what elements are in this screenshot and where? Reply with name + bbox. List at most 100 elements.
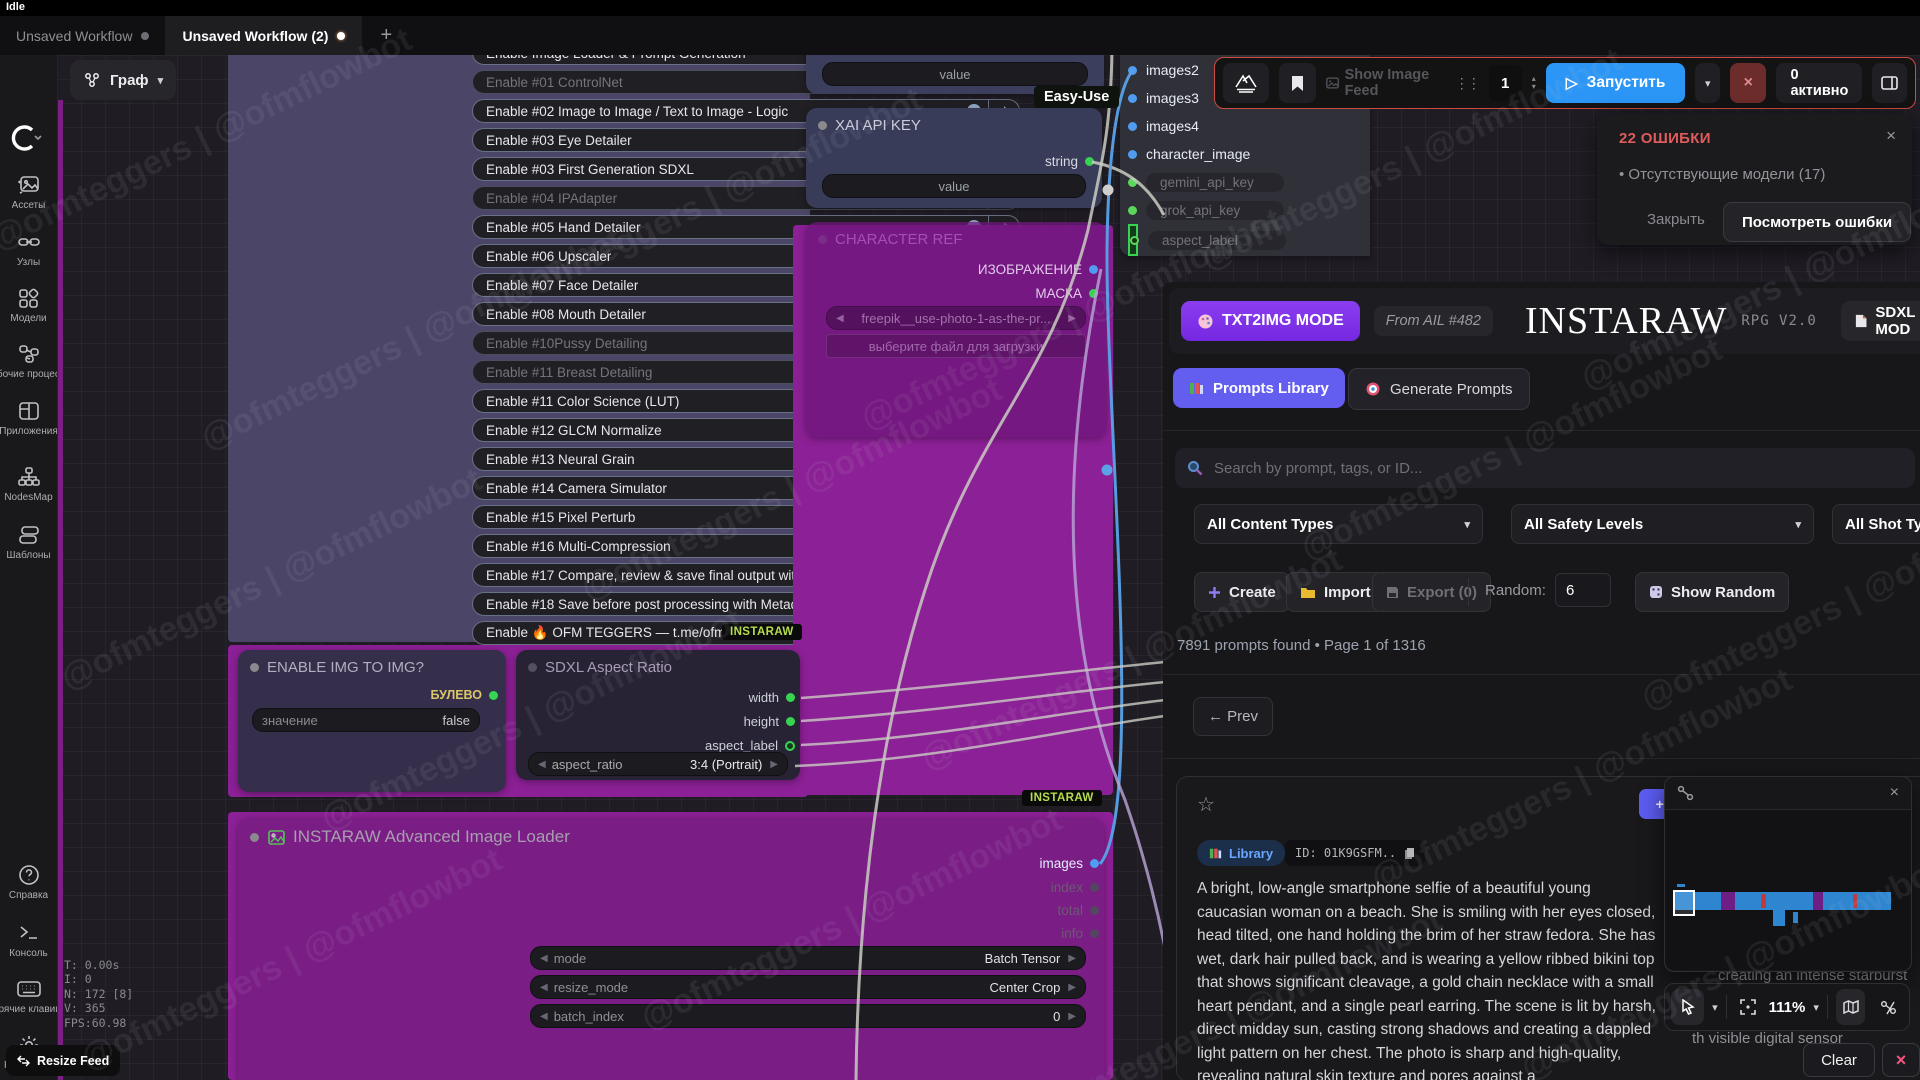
- node-advanced-image-loader[interactable]: INSTARAW Advanced Image Loader images in…: [238, 818, 1104, 1080]
- chevron-down-icon[interactable]: ▾: [1813, 1001, 1819, 1014]
- create-button[interactable]: Create: [1194, 572, 1290, 612]
- prompt-id-chip[interactable]: ID: 01K9GSFM..: [1285, 840, 1425, 866]
- input-dot[interactable]: [1128, 122, 1137, 131]
- export-button[interactable]: Export (0): [1372, 572, 1491, 612]
- input-dot[interactable]: [1130, 236, 1139, 245]
- run-options-caret[interactable]: ▾: [1695, 63, 1720, 103]
- step-down-icon[interactable]: ▾: [1532, 83, 1536, 91]
- input-dot[interactable]: [1128, 66, 1137, 75]
- next-arrow-icon[interactable]: ▶: [1068, 953, 1076, 964]
- file-combo-widget[interactable]: ◀ freepik__use-photo-1-as-the-pr... ▶: [826, 306, 1086, 330]
- active-jobs-button[interactable]: 0 активно: [1776, 63, 1862, 103]
- gear-icon[interactable]: [528, 663, 537, 672]
- output-dot[interactable]: [786, 693, 795, 702]
- minimap-view-rect[interactable]: [1673, 890, 1695, 916]
- toggle-sidepanel-button[interactable]: [1872, 63, 1907, 103]
- combo-widget[interactable]: ◀ resize_mode Center Crop ▶: [530, 975, 1086, 999]
- collapse-dot[interactable]: [250, 833, 259, 842]
- value-widget[interactable]: value: [822, 62, 1088, 86]
- batch-count-stepper[interactable]: ▴▾: [1532, 75, 1536, 91]
- unsaved-dot[interactable]: [337, 32, 345, 40]
- next-arrow-icon[interactable]: ▶: [1068, 982, 1076, 993]
- tab-prompts-library[interactable]: Prompts Library: [1173, 368, 1345, 408]
- prev-arrow-icon[interactable]: ◀: [540, 1011, 548, 1022]
- workflow-tab[interactable]: Unsaved Workflow: [0, 16, 166, 55]
- sidebar-item-help[interactable]: Справка: [0, 863, 57, 901]
- close-icon[interactable]: ×: [1890, 784, 1899, 802]
- batch-count-value[interactable]: 1: [1489, 65, 1522, 101]
- error-item[interactable]: • Отсутствующие модели (17): [1619, 166, 1825, 183]
- sidebar-item-templates[interactable]: Шаблоны: [0, 523, 57, 561]
- node-input[interactable]: character_image: [1128, 140, 1284, 168]
- minimap-toggle-button[interactable]: [1836, 989, 1866, 1025]
- sdxl-mode-button[interactable]: SDXL MOD: [1841, 301, 1920, 341]
- input-dot[interactable]: [1128, 94, 1137, 103]
- node-enable-img2img[interactable]: ENABLE IMG TO IMG? БУЛЕВО значение false: [238, 650, 506, 792]
- filter-safety-levels[interactable]: All Safety Levels ▾: [1511, 504, 1814, 544]
- output-dot[interactable]: [785, 741, 795, 751]
- output-dot[interactable]: [1090, 929, 1099, 938]
- stop-button[interactable]: ×: [1730, 63, 1766, 103]
- node-input[interactable]: aspect_label: [1128, 224, 1138, 256]
- tab-generate-prompts[interactable]: Generate Prompts: [1348, 368, 1530, 410]
- input-dot[interactable]: [1128, 150, 1137, 159]
- app-logo-button[interactable]: [1223, 63, 1269, 103]
- output-dot[interactable]: [1089, 265, 1098, 274]
- star-icon[interactable]: ☆: [1197, 792, 1215, 817]
- output-image[interactable]: ИЗОБРАЖЕНИЕ: [978, 262, 1098, 277]
- drag-handle[interactable]: ⋮⋮: [1455, 75, 1479, 92]
- sidebar-item-console[interactable]: Консоль: [0, 921, 57, 959]
- sidebar-item-apps[interactable]: Приложения: [0, 399, 57, 437]
- unsaved-dot[interactable]: [141, 32, 149, 40]
- group-toggles[interactable]: Enable Image Loader & Prompt Generation …: [228, 38, 810, 642]
- prev-arrow-icon[interactable]: ◀: [540, 982, 548, 993]
- input-dot[interactable]: [1128, 178, 1137, 187]
- random-count-input[interactable]: [1555, 573, 1611, 607]
- output-dot[interactable]: [1090, 883, 1099, 892]
- output-dot[interactable]: [1085, 157, 1094, 166]
- search-input[interactable]: [1212, 459, 1903, 478]
- sidebar-item-workflows[interactable]: Рабочие процессы: [0, 342, 57, 380]
- new-tab-button[interactable]: +: [362, 16, 410, 55]
- node-input[interactable]: gemini_api_key: [1128, 168, 1284, 196]
- chevron-down-icon[interactable]: ▾: [1712, 1001, 1718, 1014]
- next-arrow-icon[interactable]: ▶: [1068, 313, 1076, 324]
- app-logo[interactable]: [8, 123, 42, 153]
- input-dot[interactable]: [1128, 206, 1137, 215]
- output-dot[interactable]: [489, 691, 498, 700]
- toggle-links-button[interactable]: [1873, 989, 1903, 1025]
- close-icon[interactable]: ×: [1886, 126, 1896, 146]
- show-random-button[interactable]: Show Random: [1635, 572, 1789, 612]
- prev-arrow-icon[interactable]: ◀: [538, 759, 546, 770]
- workflow-tab-active[interactable]: Unsaved Workflow (2): [166, 16, 362, 55]
- import-button[interactable]: Import: [1286, 572, 1385, 612]
- sidebar-item-nodesmap[interactable]: NodesMap: [0, 465, 57, 503]
- prev-arrow-icon[interactable]: ◀: [540, 953, 548, 964]
- graph-menu-button[interactable]: Граф ▾: [70, 60, 176, 100]
- minimap-viewport[interactable]: [1665, 810, 1911, 970]
- choose-file-button[interactable]: выберите файл для загрузки: [826, 334, 1086, 358]
- node-sdxl-aspect-ratio[interactable]: SDXL Aspect Ratio width height aspect_la…: [516, 650, 800, 780]
- node-input[interactable]: grok_api_key: [1128, 196, 1284, 224]
- boolean-widget[interactable]: значение false: [252, 708, 480, 732]
- prev-page-button[interactable]: ← Prev: [1193, 697, 1273, 736]
- dismiss-button[interactable]: Закрыть: [1647, 211, 1705, 228]
- collapse-dot[interactable]: [818, 121, 827, 130]
- sidebar-item-models[interactable]: Модели: [0, 286, 57, 324]
- combo-widget[interactable]: ◀ mode Batch Tensor ▶: [530, 946, 1086, 970]
- view-errors-button[interactable]: Посмотреть ошибки: [1723, 202, 1911, 242]
- output-aspect-label[interactable]: aspect_label: [705, 738, 795, 753]
- output-dot[interactable]: [786, 717, 795, 726]
- value-widget[interactable]: value: [822, 174, 1086, 198]
- clear-button[interactable]: Clear: [1803, 1043, 1875, 1077]
- pointer-tool-button[interactable]: [1671, 989, 1704, 1025]
- sidebar-item-nodes[interactable]: Узлы: [0, 230, 57, 268]
- node-xai-api-key[interactable]: XAI API KEY string value: [806, 108, 1102, 208]
- run-button[interactable]: ▷ Запустить: [1546, 63, 1686, 103]
- output-string[interactable]: string: [1045, 154, 1094, 169]
- collapse-dot[interactable]: [818, 235, 827, 244]
- node-character-ref[interactable]: CHARACTER REF ИЗОБРАЖЕНИЕ МАСКА ◀ freepi…: [806, 222, 1106, 437]
- next-arrow-icon[interactable]: ▶: [770, 759, 778, 770]
- output-height[interactable]: height: [744, 714, 795, 729]
- filter-shot-type[interactable]: All Shot Typ: [1832, 504, 1920, 544]
